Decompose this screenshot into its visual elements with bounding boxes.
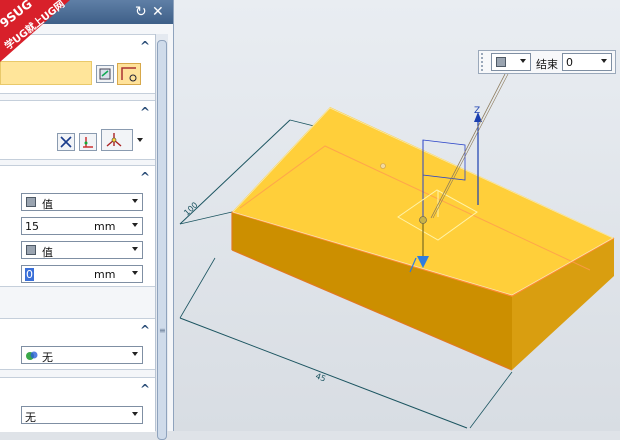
start-handle[interactable] <box>419 216 427 224</box>
end-label: 结束 <box>536 58 558 71</box>
chevron-down-icon <box>132 352 138 356</box>
close-icon[interactable]: ✕ <box>152 4 164 20</box>
panel-scrollbar[interactable]: ≡ <box>155 34 168 440</box>
dim-width-text: 100 <box>182 200 199 217</box>
end-distance-field[interactable]: 0 mm <box>21 265 143 283</box>
limits-panel: ^ 值 15 mm 值 0 mm <box>0 165 155 287</box>
axis-icon <box>106 133 122 147</box>
end-type-dropdown-panel[interactable]: 值 <box>21 241 143 259</box>
collapse-icon[interactable]: ^ <box>140 170 150 184</box>
boolean-panel: ^ 无 <box>0 318 155 370</box>
cube-icon <box>26 245 36 255</box>
chevron-down-icon <box>132 199 138 203</box>
chevron-down-icon <box>132 412 138 416</box>
collapse-icon[interactable]: ^ <box>140 382 150 396</box>
z-axis-label: Z <box>474 106 480 116</box>
inferred-vector-button[interactable] <box>101 129 143 151</box>
sketch-section-button[interactable] <box>96 65 114 83</box>
chevron-down-icon <box>132 247 138 251</box>
draft-dropdown[interactable]: 无 <box>21 406 143 424</box>
collapse-icon[interactable]: ^ <box>140 105 150 119</box>
collapse-icon[interactable]: ^ <box>140 39 150 53</box>
chevron-down-icon <box>137 138 143 142</box>
chevron-down-icon <box>520 59 526 63</box>
sketch-icon <box>99 68 111 80</box>
vector-dialog-button[interactable] <box>79 133 97 151</box>
start-distance-field[interactable]: 15 mm <box>21 217 143 235</box>
select-curve-field[interactable] <box>0 61 92 85</box>
start-type-dropdown[interactable]: 值 <box>21 193 143 211</box>
boolean-icon <box>26 351 38 360</box>
end-value-field[interactable]: 0 <box>562 53 612 71</box>
curve-select-button[interactable] <box>117 63 141 85</box>
reverse-direction-button[interactable] <box>57 133 75 151</box>
site-watermark: 9SUG 学UG就上UG网 <box>0 0 70 62</box>
grip-icon: ≡ <box>159 326 166 335</box>
end-type-dropdown[interactable] <box>491 53 531 71</box>
cube-icon <box>26 197 36 207</box>
chevron-down-icon <box>132 223 138 227</box>
end-distance-toolbar: 结束 0 <box>478 50 616 74</box>
draft-panel: ^ 无 <box>0 377 155 432</box>
reverse-icon <box>60 136 72 148</box>
chevron-down-icon <box>601 59 607 63</box>
chevron-down-icon <box>132 271 138 275</box>
extrude-dialog: ↻ ✕ ^ ^ ^ 值 15 mm 值 0 mm ^ 无 ^ 无 ≡ <box>0 0 174 440</box>
scrollbar-thumb[interactable]: ≡ <box>157 40 167 440</box>
cube-icon <box>496 57 506 67</box>
toolbar-grip[interactable] <box>481 53 489 71</box>
reset-icon[interactable]: ↻ <box>135 4 147 20</box>
vector-icon <box>83 137 93 148</box>
direction-panel: ^ <box>0 100 155 160</box>
curve-icon <box>121 67 137 82</box>
boolean-dropdown[interactable]: 无 <box>21 346 143 364</box>
collapse-icon[interactable]: ^ <box>140 323 150 337</box>
